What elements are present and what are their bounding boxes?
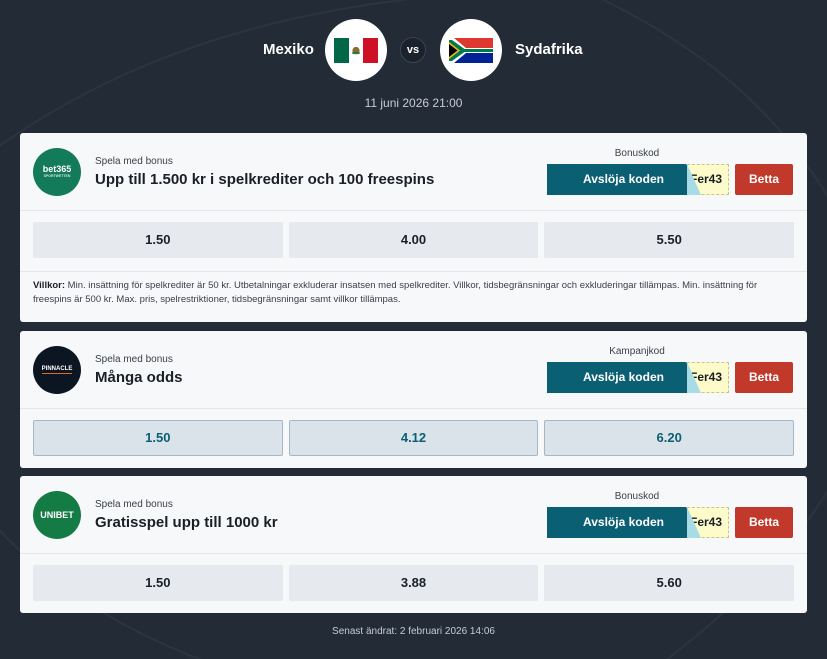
- odds-draw[interactable]: 4.12: [288, 420, 539, 456]
- bonus-caption: Spela med bonus: [95, 499, 173, 510]
- odds-draw[interactable]: 4.00: [288, 222, 539, 258]
- pinnacle-logo[interactable]: PINNACLE: [33, 346, 81, 394]
- odds-home[interactable]: 1.50: [33, 420, 283, 456]
- bonus-caption: Spela med bonus: [95, 354, 173, 365]
- odds-row: 1.50 3.88 5.60: [33, 565, 795, 601]
- odds-away[interactable]: 6.20: [544, 420, 795, 456]
- reveal-code-widget[interactable]: Fer43 Avslöja koden: [547, 507, 729, 538]
- bonus-caption: Spela med bonus: [95, 156, 173, 167]
- reveal-code-button[interactable]: Avslöja koden: [547, 164, 700, 195]
- bonus-title: Gratisspel upp till 1000 kr: [95, 514, 278, 531]
- reveal-code-widget[interactable]: Fer43 Avslöja koden: [547, 164, 729, 195]
- reveal-code-button[interactable]: Avslöja koden: [547, 507, 700, 538]
- divider: [20, 210, 807, 211]
- odds-draw[interactable]: 3.88: [288, 565, 539, 601]
- bonus-title: Många odds: [95, 369, 183, 386]
- terms-label: Villkor:: [33, 280, 66, 291]
- mexico-flag-icon: [325, 19, 387, 81]
- divider: [20, 553, 807, 554]
- bet-button[interactable]: Betta: [735, 164, 793, 195]
- odds-home[interactable]: 1.50: [33, 222, 283, 258]
- odds-away[interactable]: 5.60: [544, 565, 795, 601]
- bonus-title: Upp till 1.500 kr i spelkrediter och 100…: [95, 171, 435, 188]
- terms-body: Min. insättning för spelkrediter är 50 k…: [33, 280, 758, 305]
- match-date: 11 juni 2026 21:00: [364, 96, 463, 110]
- away-team-name: Sydafrika: [515, 41, 583, 58]
- unibet-logo-text: UNIBET: [40, 509, 74, 520]
- match-header: Mexiko vs Sydafrika 11 juni 2026 21:00: [0, 0, 827, 125]
- bet-button[interactable]: Betta: [735, 507, 793, 538]
- reveal-code-button[interactable]: Avslöja koden: [547, 362, 700, 393]
- odds-home[interactable]: 1.50: [33, 565, 283, 601]
- divider: [20, 408, 807, 409]
- pinnacle-logo-text: PINNACLE: [41, 366, 73, 374]
- offer-card-unibet: UNIBET Spela med bonus Gratisspel upp ti…: [20, 476, 807, 613]
- code-label: Bonuskod: [614, 491, 660, 502]
- unibet-logo[interactable]: UNIBET: [33, 491, 81, 539]
- code-label: Kampanjkod: [609, 346, 665, 357]
- reveal-code-widget[interactable]: Fer43 Avslöja koden: [547, 362, 729, 393]
- south-africa-flag-icon: [440, 19, 502, 81]
- last-updated-text: Senast ändrat: 2 februari 2026 14:06: [332, 626, 495, 637]
- offer-card-pinnacle: PINNACLE Spela med bonus Många odds Kamp…: [20, 331, 807, 468]
- odds-away[interactable]: 5.50: [544, 222, 795, 258]
- odds-row: 1.50 4.12 6.20: [33, 420, 795, 456]
- bet365-logo-text: bet365: [42, 164, 72, 175]
- home-team-name: Mexiko: [263, 41, 314, 58]
- bet-button[interactable]: Betta: [735, 362, 793, 393]
- offer-card-bet365: bet365 SPORTWETTEN Spela med bonus Upp t…: [20, 133, 807, 322]
- bet365-logo[interactable]: bet365 SPORTWETTEN: [33, 148, 81, 196]
- divider: [20, 271, 807, 272]
- bet365-logo-subtext: SPORTWETTEN: [43, 174, 71, 179]
- odds-row: 1.50 4.00 5.50: [33, 222, 795, 258]
- vs-badge: vs: [400, 37, 426, 63]
- terms-text: Villkor: Min. insättning för spelkredite…: [33, 279, 795, 307]
- code-label: Bonuskod: [614, 148, 660, 159]
